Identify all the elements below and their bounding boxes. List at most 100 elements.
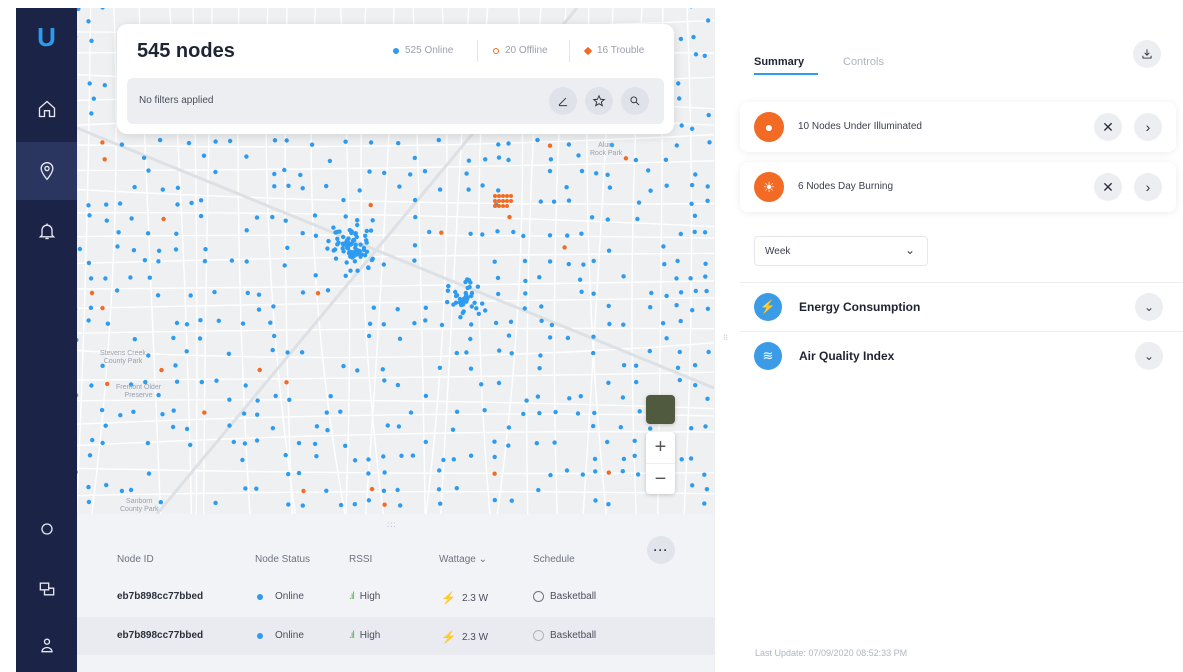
node-dot[interactable] (446, 283, 451, 289)
node-dot[interactable] (103, 276, 108, 281)
node-dot[interactable] (664, 183, 669, 188)
node-dot[interactable] (437, 468, 442, 473)
column-header-node-status[interactable]: Node Status (255, 554, 310, 565)
node-dot[interactable] (283, 452, 288, 458)
node-dot[interactable] (366, 498, 372, 503)
node-dot[interactable] (548, 157, 554, 162)
node-dot[interactable] (271, 304, 276, 309)
node-dot[interactable] (423, 318, 428, 323)
node-dot[interactable] (335, 242, 340, 247)
node-dot[interactable] (606, 502, 611, 507)
node-dot[interactable] (399, 453, 404, 458)
node-dot[interactable] (173, 247, 179, 252)
node-dot[interactable] (285, 350, 290, 355)
node-dot[interactable] (496, 142, 501, 147)
node-dot[interactable] (353, 231, 358, 236)
node-dot[interactable] (184, 322, 190, 327)
sidebar-item-home[interactable] (16, 80, 77, 138)
alert-day-burning[interactable]: ☀ 6 Nodes Day Burning ✕ › (740, 162, 1176, 212)
node-dot[interactable] (324, 410, 329, 415)
node-dot[interactable] (241, 411, 247, 416)
node-dot[interactable] (382, 170, 387, 176)
node-dot[interactable] (296, 440, 302, 446)
node-dot[interactable] (635, 216, 640, 222)
node-dot[interactable] (296, 470, 302, 476)
node-dot[interactable] (355, 222, 360, 228)
node-dot[interactable] (213, 139, 218, 144)
node-dot[interactable] (353, 242, 358, 247)
node-dot[interactable] (506, 443, 511, 448)
node-dot-trouble[interactable] (493, 199, 497, 203)
node-dot[interactable] (286, 502, 291, 507)
column-header-node-id[interactable]: Node ID (117, 554, 154, 565)
node-dot[interactable] (368, 140, 374, 145)
node-dot[interactable] (331, 225, 336, 230)
node-dot[interactable] (492, 471, 497, 476)
node-dot[interactable] (492, 259, 497, 264)
node-dot[interactable] (480, 301, 485, 306)
node-dot[interactable] (621, 274, 626, 279)
table-row[interactable]: eb7b898cc77bbed Online .ıl High ⚡ 2.3 W … (77, 617, 714, 655)
node-dot[interactable] (707, 140, 712, 145)
node-dot[interactable] (578, 394, 583, 399)
node-dot[interactable] (88, 305, 94, 310)
tab-summary[interactable]: Summary (754, 56, 804, 68)
node-dot[interactable] (77, 337, 79, 343)
node-dot[interactable] (86, 484, 91, 490)
node-dot[interactable] (77, 246, 83, 252)
node-dot[interactable] (86, 260, 92, 266)
node-dot[interactable] (704, 288, 709, 294)
node-dot[interactable] (678, 231, 683, 237)
node-dot[interactable] (299, 350, 305, 355)
node-dot[interactable] (660, 321, 666, 326)
node-dot[interactable] (158, 500, 163, 505)
node-dot[interactable] (475, 284, 481, 289)
node-dot[interactable] (132, 184, 137, 190)
node-dot[interactable] (102, 157, 107, 162)
node-dot[interactable] (363, 233, 368, 238)
node-dot[interactable] (244, 228, 249, 233)
node-dot[interactable] (497, 348, 502, 353)
node-dot[interactable] (522, 258, 528, 264)
node-dot[interactable] (618, 425, 623, 430)
node-dot[interactable] (492, 454, 497, 460)
node-dot[interactable] (381, 488, 387, 493)
node-dot[interactable] (621, 363, 627, 368)
node-dot[interactable] (674, 303, 679, 308)
node-dot[interactable] (145, 440, 151, 446)
node-dot[interactable] (436, 137, 441, 143)
node-dot[interactable] (369, 486, 375, 492)
node-dot[interactable] (341, 234, 346, 240)
node-dot[interactable] (553, 409, 558, 415)
node-dot[interactable] (689, 126, 695, 131)
column-header-wattage[interactable]: Wattage ⌄ (439, 554, 487, 565)
node-dot[interactable] (397, 184, 402, 189)
node-dot[interactable] (118, 413, 123, 418)
node-dot[interactable] (464, 171, 469, 176)
node-dot[interactable] (272, 171, 277, 177)
node-dot[interactable] (536, 487, 541, 493)
node-dot[interactable] (606, 470, 611, 475)
node-dot[interactable] (343, 214, 348, 219)
node-dot-trouble[interactable] (501, 194, 505, 198)
node-dot[interactable] (347, 249, 352, 254)
node-dot[interactable] (90, 437, 95, 443)
node-dot[interactable] (256, 292, 262, 297)
node-dot[interactable] (632, 438, 637, 443)
node-dot[interactable] (314, 454, 319, 459)
node-dot[interactable] (408, 410, 414, 415)
node-dot[interactable] (132, 337, 137, 342)
node-dot[interactable] (548, 472, 553, 478)
node-dot[interactable] (382, 378, 387, 383)
node-dot[interactable] (286, 183, 291, 188)
node-dot[interactable] (535, 137, 540, 143)
node-dot[interactable] (337, 229, 342, 234)
node-dot[interactable] (565, 335, 571, 341)
node-dot[interactable] (509, 351, 514, 356)
node-dot[interactable] (507, 214, 512, 220)
node-dot[interactable] (466, 158, 472, 163)
node-dot[interactable] (454, 293, 460, 298)
node-dot[interactable] (538, 353, 543, 358)
node-dot[interactable] (689, 182, 695, 188)
node-dot[interactable] (160, 412, 165, 417)
